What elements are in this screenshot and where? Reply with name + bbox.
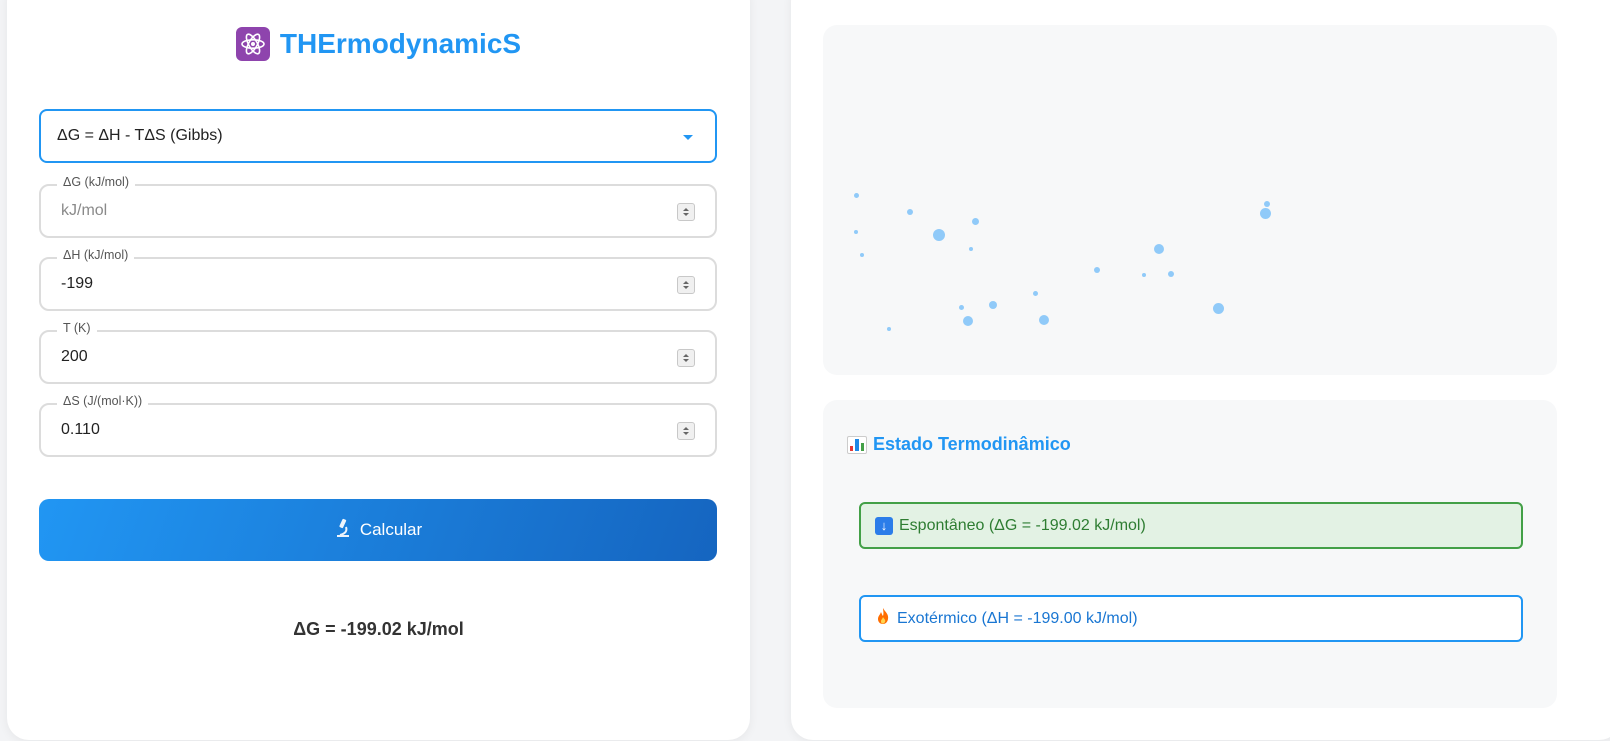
particle (933, 229, 945, 241)
number-spinner-icon[interactable] (677, 276, 695, 294)
enthalpy-badge: Exotérmico (ΔH = -199.00 kJ/mol) (859, 595, 1523, 642)
particle (1168, 271, 1174, 277)
particle (1260, 208, 1271, 219)
particle (1154, 244, 1164, 254)
temperature-label: T (K) (57, 321, 97, 335)
particle (854, 230, 858, 234)
equation-select-value: ΔG = ΔH - TΔS (Gibbs) (57, 127, 223, 144)
calculator-panel: THErmodynamicS ΔG = ΔH - TΔS (Gibbs) ΔG … (7, 0, 750, 740)
thermo-state-title-text: Estado Termodinâmico (873, 434, 1071, 454)
app-title: THErmodynamicS (7, 27, 750, 61)
microscope-icon (334, 518, 352, 543)
particle (969, 247, 973, 251)
particle (1033, 291, 1038, 296)
result-text: ΔG = -199.02 kJ/mol (293, 619, 464, 639)
particle (1213, 303, 1224, 314)
particle (860, 253, 864, 257)
delta-g-field[interactable]: ΔG (kJ/mol) kJ/mol (39, 175, 717, 238)
delta-h-field[interactable]: ΔH (kJ/mol) -199 (39, 248, 717, 311)
temperature-value: 200 (61, 348, 88, 365)
delta-h-value: -199 (61, 275, 94, 292)
particle (1264, 201, 1270, 207)
number-spinner-icon[interactable] (677, 349, 695, 367)
temperature-field[interactable]: T (K) 200 (39, 321, 717, 384)
particle (989, 301, 997, 309)
particle (963, 316, 973, 326)
delta-s-value: 0.110 (61, 421, 100, 438)
particle (1142, 273, 1146, 277)
enthalpy-text: Exotérmico (ΔH = -199.00 kJ/mol) (897, 609, 1138, 627)
particle (887, 327, 891, 331)
particle (1039, 315, 1049, 325)
visualization-panel: Estado Termodinâmico ↓ Espontâneo (ΔG = … (791, 0, 1610, 740)
atom-icon (235, 27, 270, 61)
number-spinner-icon[interactable] (677, 203, 695, 221)
spontaneity-text: Espontâneo (ΔG = -199.02 kJ/mol) (899, 516, 1146, 534)
app-title-text: THErmodynamicS (279, 28, 522, 59)
delta-s-field[interactable]: ΔS (J/(mol·K)) 0.110 (39, 394, 717, 457)
particle (972, 218, 979, 225)
particle (907, 209, 913, 215)
equation-select[interactable]: ΔG = ΔH - TΔS (Gibbs) (39, 109, 717, 163)
caret-down-icon (683, 135, 693, 140)
thermo-state-panel: Estado Termodinâmico ↓ Espontâneo (ΔG = … (823, 400, 1557, 708)
delta-h-label: ΔH (kJ/mol) (57, 248, 135, 262)
delta-g-placeholder: kJ/mol (61, 202, 108, 219)
calculate-button[interactable]: Calcular (39, 499, 717, 561)
particle (1094, 267, 1100, 273)
particle (959, 305, 964, 310)
thermo-state-title: Estado Termodinâmico (847, 434, 1071, 455)
bar-chart-icon (847, 435, 867, 454)
calculate-button-label: Calcular (359, 520, 423, 539)
fire-icon (875, 607, 891, 630)
delta-s-label: ΔS (J/(mol·K)) (57, 394, 149, 408)
particle (854, 193, 859, 198)
number-spinner-icon[interactable] (677, 422, 695, 440)
down-arrow-icon: ↓ (875, 516, 893, 535)
delta-g-label: ΔG (kJ/mol) (57, 175, 135, 189)
molecule-animation (823, 25, 1557, 375)
spontaneity-badge: ↓ Espontâneo (ΔG = -199.02 kJ/mol) (859, 502, 1523, 549)
